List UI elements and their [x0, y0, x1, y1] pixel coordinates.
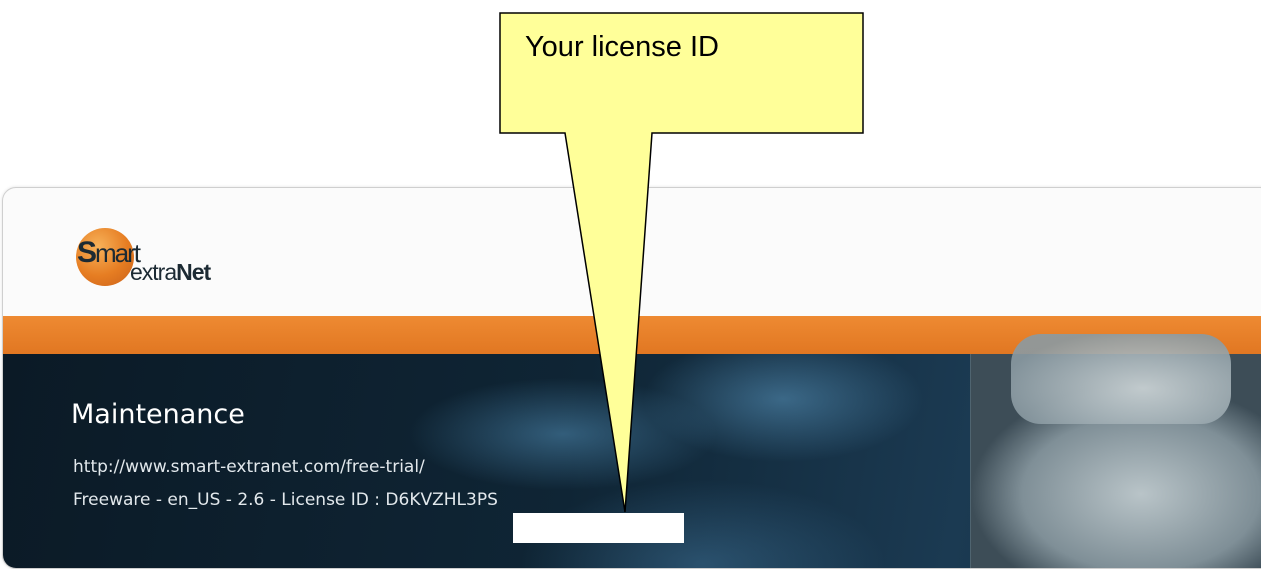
site-url: http://www.smart-extranet.com/free-trial…: [73, 457, 425, 477]
page-title: Maintenance: [71, 399, 245, 430]
license-info: Freeware - en_US - 2.6 - License ID : D6…: [73, 490, 498, 510]
license-id-redaction: [513, 513, 684, 543]
callout-label: Your license ID: [525, 31, 719, 63]
logo-extranet-text: extraNet: [130, 259, 211, 285]
smart-extranet-logo[interactable]: Smart extraNet: [73, 226, 263, 290]
keyboard-key-image: [1011, 334, 1231, 424]
banner-keyboard-image: [970, 334, 1261, 568]
app-panel: Smart extraNet Maintenance http://www.sm…: [2, 187, 1261, 569]
